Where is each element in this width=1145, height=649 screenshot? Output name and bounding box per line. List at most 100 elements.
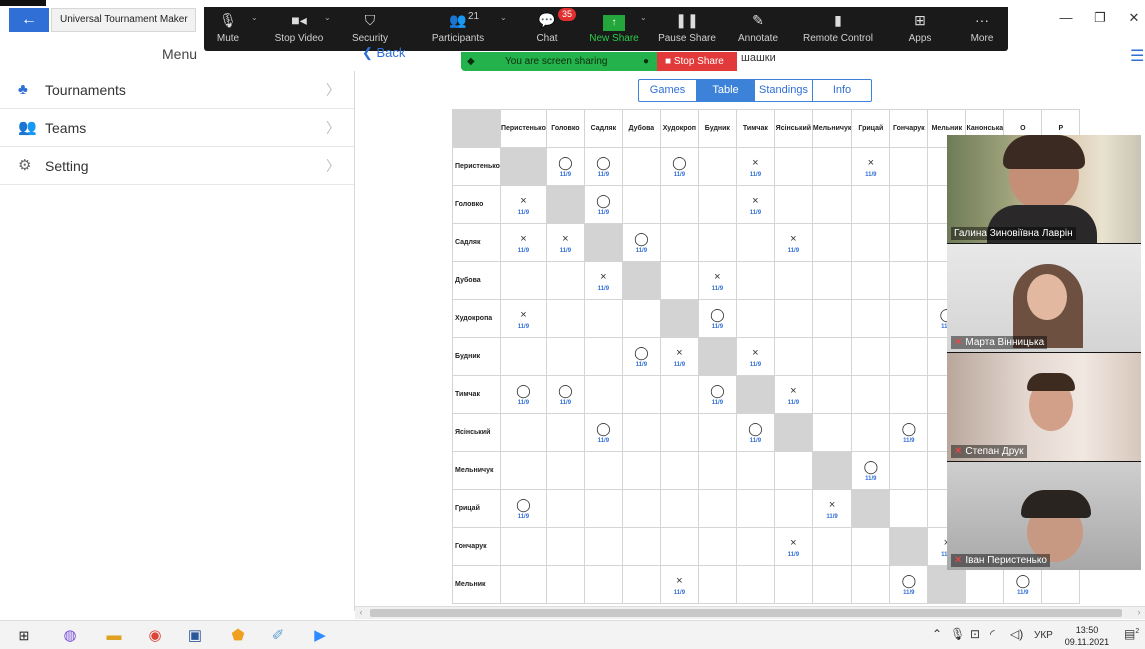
game-cell[interactable]: ◯ 11/9 (499, 489, 547, 528)
game-cell[interactable] (889, 489, 929, 528)
diagonal-cell[interactable] (697, 337, 737, 376)
game-cell[interactable] (697, 565, 737, 604)
game-cell[interactable] (889, 261, 929, 300)
game-cell[interactable] (851, 413, 891, 452)
game-cell[interactable] (889, 337, 929, 376)
horizontal-scrollbar[interactable]: ‹ › (355, 606, 1145, 619)
scroll-right-icon[interactable]: › (1133, 607, 1145, 617)
game-cell[interactable] (773, 451, 813, 490)
diagonal-cell[interactable] (659, 299, 699, 338)
game-cell[interactable] (545, 489, 585, 528)
game-cell[interactable] (583, 489, 623, 528)
sidebar-item-setting[interactable]: ⚙ Setting 〉 (0, 147, 354, 185)
wifi-icon[interactable]: ◜ (990, 627, 995, 641)
diagonal-cell[interactable] (811, 451, 853, 490)
game-cell[interactable] (811, 185, 853, 224)
diagonal-cell[interactable] (499, 147, 547, 186)
video-tile[interactable]: ✕ Іван Перистенько (947, 462, 1141, 570)
notifications-icon[interactable]: ▤2 (1124, 627, 1139, 641)
zoom-app-icon[interactable]: ▶ (310, 626, 330, 646)
game-cell[interactable] (889, 299, 929, 338)
game-cell[interactable]: ◯ 11/9 (545, 147, 585, 186)
game-cell[interactable] (811, 413, 853, 452)
game-cell[interactable] (583, 337, 623, 376)
sidebar-item-tournaments[interactable]: ♣ Tournaments 〉 (0, 71, 354, 109)
game-cell[interactable] (773, 261, 813, 300)
game-cell[interactable] (659, 185, 699, 224)
game-cell[interactable]: ◯ 11/9 (889, 565, 929, 604)
game-cell[interactable] (659, 489, 699, 528)
new-share-button[interactable]: ↑ New Share ⌄ (588, 7, 646, 51)
game-cell[interactable] (851, 337, 891, 376)
file-explorer-icon[interactable]: ▬ (104, 626, 124, 646)
game-cell[interactable]: × 11/9 (697, 261, 737, 300)
minimize-icon[interactable]: — (1056, 10, 1076, 25)
participants-button[interactable]: 👥 21 Participants ⌄ (430, 7, 507, 51)
game-cell[interactable] (735, 261, 775, 300)
game-cell[interactable]: ◯ 11/9 (735, 413, 775, 452)
game-cell[interactable]: ◯ 11/9 (583, 147, 623, 186)
game-cell[interactable]: × 11/9 (499, 223, 547, 262)
annotate-button[interactable]: ✎ Annotate (734, 7, 782, 51)
chrome-icon[interactable]: ◉ (145, 626, 165, 646)
game-cell[interactable]: × 11/9 (851, 147, 891, 186)
shield-app-icon[interactable]: ⬟ (228, 626, 248, 646)
game-cell[interactable] (735, 489, 775, 528)
stop-video-button[interactable]: ■◂ Stop Video ⌄ (274, 7, 331, 51)
game-cell[interactable] (697, 451, 737, 490)
game-cell[interactable] (499, 413, 547, 452)
game-cell[interactable] (659, 375, 699, 414)
game-cell[interactable] (811, 299, 853, 338)
video-tile[interactable]: ✕ Степан Друк (947, 353, 1141, 461)
scrollbar-thumb[interactable] (370, 609, 1122, 617)
volume-icon[interactable]: ◁) (1010, 627, 1023, 641)
game-cell[interactable] (697, 413, 737, 452)
game-cell[interactable] (621, 489, 661, 528)
back-link[interactable]: ❮ Back (362, 45, 405, 61)
game-cell[interactable] (499, 261, 547, 300)
game-cell[interactable]: × 11/9 (735, 185, 775, 224)
game-cell[interactable]: × 11/9 (735, 147, 775, 186)
game-cell[interactable] (1041, 565, 1081, 604)
stop-share-button[interactable]: ■ Stop Share (657, 52, 737, 71)
mute-button[interactable]: 🎙 Mute ⌄ (208, 7, 258, 51)
game-cell[interactable]: × 11/9 (583, 261, 623, 300)
game-cell[interactable]: ◯ 11/9 (1003, 565, 1043, 604)
chevron-down-icon[interactable]: ⌄ (640, 13, 647, 22)
game-cell[interactable] (889, 223, 929, 262)
game-cell[interactable] (621, 527, 661, 566)
diagonal-cell[interactable] (773, 413, 813, 452)
diagonal-cell[interactable] (621, 261, 661, 300)
game-cell[interactable] (811, 375, 853, 414)
game-cell[interactable] (499, 337, 547, 376)
game-cell[interactable] (773, 565, 813, 604)
game-cell[interactable] (621, 375, 661, 414)
chevron-down-icon[interactable]: ⌄ (324, 13, 331, 22)
game-cell[interactable]: × 11/9 (499, 299, 547, 338)
paint-icon[interactable]: ✐ (268, 626, 288, 646)
game-cell[interactable]: × 11/9 (545, 223, 585, 262)
game-cell[interactable] (545, 261, 585, 300)
game-cell[interactable]: × 11/9 (499, 185, 547, 224)
microphone-tray-icon[interactable]: 🎙 (950, 627, 965, 641)
tab-info[interactable]: Info (813, 80, 871, 101)
game-cell[interactable] (659, 223, 699, 262)
game-cell[interactable]: ◯ 11/9 (621, 337, 661, 376)
game-cell[interactable] (545, 413, 585, 452)
game-cell[interactable]: ◯ 11/9 (499, 375, 547, 414)
game-cell[interactable] (583, 299, 623, 338)
game-cell[interactable] (545, 299, 585, 338)
game-cell[interactable] (583, 375, 623, 414)
video-tile[interactable]: ✕ Марта Вінницька (947, 244, 1141, 352)
game-cell[interactable] (659, 413, 699, 452)
diagonal-cell[interactable] (545, 185, 585, 224)
pause-share-button[interactable]: ❚❚ Pause Share (658, 7, 716, 51)
window-back-button[interactable]: ← (9, 8, 49, 32)
game-cell[interactable] (851, 299, 891, 338)
chevron-up-icon[interactable]: ⌃ (932, 627, 942, 641)
game-cell[interactable] (697, 147, 737, 186)
game-cell[interactable] (851, 375, 891, 414)
game-cell[interactable] (811, 223, 853, 262)
game-cell[interactable] (697, 489, 737, 528)
tab-table[interactable]: Table (697, 80, 755, 101)
